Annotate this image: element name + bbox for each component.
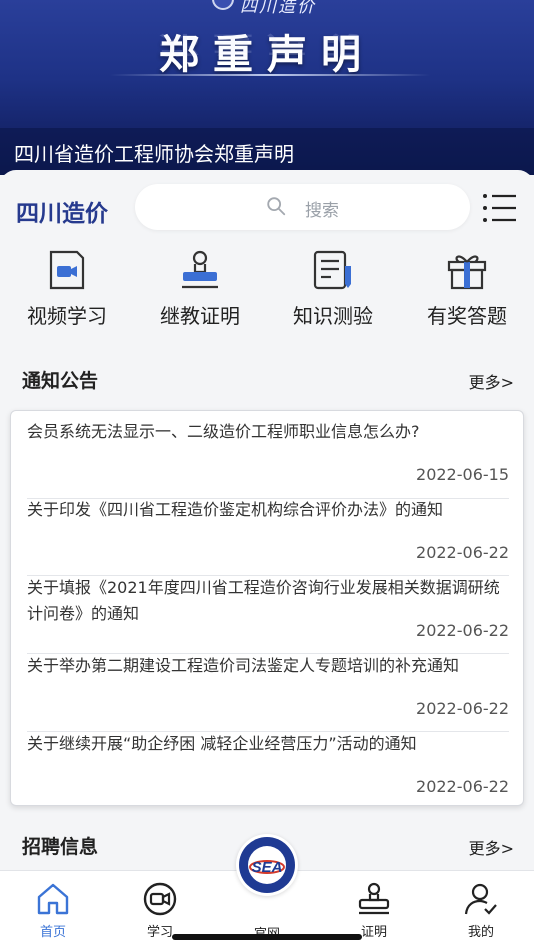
quick-action-prize-quiz[interactable]: 有奖答题	[400, 248, 534, 338]
user-icon	[464, 883, 497, 915]
tab-profile[interactable]: 我的	[428, 871, 534, 950]
notice-item[interactable]: 关于填报《2021年度四川省工程造价咨询行业发展相关数据调研统计问卷》的通知 2…	[27, 575, 509, 654]
tab-label: 首页	[39, 925, 66, 940]
banner-top-text: 四川造价	[240, 0, 316, 17]
list-menu-icon[interactable]	[482, 192, 518, 224]
video-circle-icon	[143, 882, 177, 916]
banner-headline-reflection: 郑重声明	[159, 30, 375, 58]
notice-date: 2022-06-22	[416, 699, 509, 718]
tab-label: 我的	[467, 925, 494, 940]
stamp-icon	[358, 882, 390, 915]
notices-more-link[interactable]: 更多>	[469, 369, 514, 393]
home-indicator	[172, 934, 362, 940]
quick-action-video-study[interactable]: 视频学习	[0, 248, 134, 338]
notice-title: 关于填报《2021年度四川省工程造价咨询行业发展相关数据调研统计问卷》的通知	[27, 578, 500, 623]
association-logo-button[interactable]: SEA	[236, 834, 298, 896]
video-icon	[49, 250, 85, 290]
notice-item[interactable]: 关于继续开展“助企纾困 减轻企业经营压力”活动的通知 2022-06-22	[27, 731, 509, 801]
search-input[interactable]: 搜索	[135, 184, 470, 230]
notice-date: 2022-06-22	[416, 543, 509, 562]
notice-date: 2022-06-15	[416, 465, 509, 484]
quick-action-label: 有奖答题	[427, 304, 507, 328]
quick-action-knowledge-quiz[interactable]: 知识测验	[266, 248, 400, 338]
notice-title: 关于继续开展“助企纾困 减轻企业经营压力”活动的通知	[27, 734, 417, 753]
brand-title: 四川造价	[16, 201, 108, 227]
announcement-banner[interactable]: 四川造价 郑重声明 郑重声明 四川省造价工程师协会郑重声明	[0, 0, 534, 175]
search-placeholder: 搜索	[305, 201, 339, 221]
notice-date: 2022-06-22	[416, 621, 509, 640]
recruit-section-title: 招聘信息	[22, 836, 99, 858]
banner-glow-line	[110, 74, 430, 76]
notice-title: 关于印发《四川省工程造价鉴定机构综合评价办法》的通知	[27, 500, 444, 519]
notice-date: 2022-06-22	[416, 777, 509, 796]
notice-title: 会员系统无法显示一、二级造价工程师职业信息怎么办?	[27, 422, 420, 441]
quiz-icon	[313, 250, 351, 290]
notices-section-title: 通知公告	[22, 370, 99, 392]
quick-action-label: 继教证明	[160, 304, 240, 328]
association-logo-icon: SEA	[239, 837, 295, 893]
recruit-more-link[interactable]: 更多>	[469, 835, 514, 859]
stamp-icon	[182, 250, 218, 289]
notice-title: 关于举办第二期建设工程造价司法鉴定人专题培训的补充通知	[27, 656, 460, 675]
quick-action-label: 视频学习	[27, 304, 107, 328]
logo-text: SEA	[252, 859, 283, 876]
notice-item[interactable]: 会员系统无法显示一、二级造价工程师职业信息怎么办? 2022-06-15	[27, 419, 509, 499]
notice-item[interactable]: 关于印发《四川省工程造价鉴定机构综合评价办法》的通知 2022-06-22	[27, 497, 509, 576]
notice-item[interactable]: 关于举办第二期建设工程造价司法鉴定人专题培训的补充通知 2022-06-22	[27, 653, 509, 732]
search-icon	[267, 197, 286, 216]
gift-icon	[447, 255, 487, 290]
tab-home[interactable]: 首页	[0, 871, 106, 950]
banner-caption: 四川省造价工程师协会郑重声明	[14, 142, 294, 166]
notices-card: 会员系统无法显示一、二级造价工程师职业信息怎么办? 2022-06-15 关于印…	[10, 410, 524, 806]
quick-action-label: 知识测验	[293, 304, 373, 328]
home-icon	[37, 883, 69, 915]
association-logo-icon	[212, 0, 234, 10]
quick-action-education-certificate[interactable]: 继教证明	[133, 248, 267, 338]
main-content: 四川造价 搜索 视频学习 继教证明 知识测验 有奖答题 通知公告 更多> 会员系…	[0, 170, 534, 870]
